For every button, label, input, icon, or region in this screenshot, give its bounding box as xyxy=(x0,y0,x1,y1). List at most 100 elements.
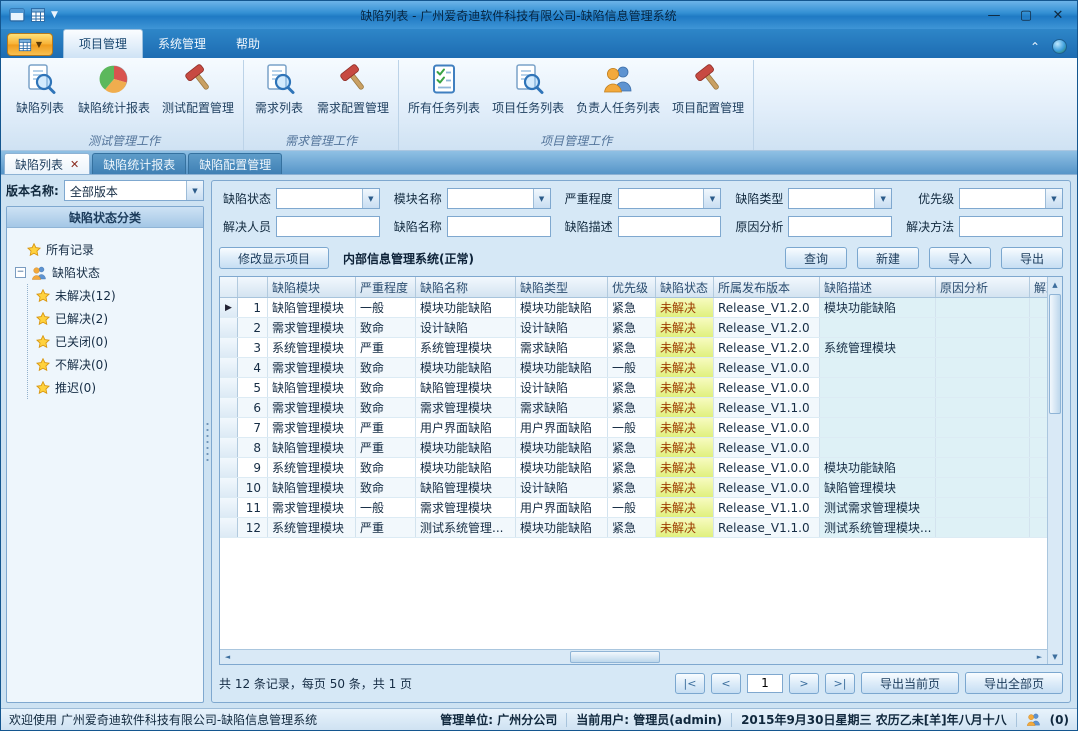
grid-cell[interactable]: Release_V1.2.0 xyxy=(714,298,820,317)
grid-cell[interactable] xyxy=(1030,418,1047,437)
grid-cell[interactable]: 紧急 xyxy=(608,398,656,417)
filter-defect-status-combo[interactable]: ▼ xyxy=(276,188,380,209)
grid-cell[interactable] xyxy=(820,378,936,397)
export-button[interactable]: 导出 xyxy=(1001,247,1063,269)
owner-tasks-button[interactable]: 负责人任务列表 xyxy=(570,60,666,120)
grid-cell[interactable]: 缺陷管理模块 xyxy=(416,378,516,397)
column-header[interactable]: 缺陷模块 xyxy=(268,277,356,297)
requirement-list-button[interactable]: 需求列表 xyxy=(247,60,311,120)
filter-defect-type-combo[interactable]: ▼ xyxy=(788,188,892,209)
grid-cell[interactable]: 紧急 xyxy=(608,338,656,357)
scroll-down-icon[interactable]: ▼ xyxy=(1048,649,1063,664)
grid-cell[interactable] xyxy=(820,358,936,377)
grid-cell[interactable]: 系统管理模块 xyxy=(268,518,356,537)
modify-display-button[interactable]: 修改显示项目 xyxy=(219,247,329,269)
table-row[interactable]: 10缺陷管理模块致命缺陷管理模块设计缺陷紧急未解决Release_V1.0.0缺… xyxy=(220,478,1047,498)
grid-cell[interactable]: 模块功能缺陷 xyxy=(516,358,608,377)
table-row[interactable]: 2需求管理模块致命设计缺陷设计缺陷紧急未解决Release_V1.2.0 xyxy=(220,318,1047,338)
grid-cell[interactable]: 模块功能缺陷 xyxy=(820,458,936,477)
grid-cell[interactable]: 致命 xyxy=(356,318,416,337)
grid-cell[interactable]: 需求管理模块 xyxy=(268,398,356,417)
grid-cell[interactable]: 一般 xyxy=(608,358,656,377)
grid-cell[interactable]: 系统管理模块 xyxy=(820,338,936,357)
scroll-left-icon[interactable]: ◄ xyxy=(220,650,235,665)
grid-cell[interactable]: 严重 xyxy=(356,438,416,457)
grid-cell[interactable]: 模块功能缺陷 xyxy=(516,518,608,537)
grid-cell[interactable]: 模块功能缺陷 xyxy=(516,458,608,477)
filter-module-name-combo[interactable]: ▼ xyxy=(447,188,551,209)
grid-cell[interactable] xyxy=(936,518,1030,537)
table-row[interactable]: 6需求管理模块致命需求管理模块需求缺陷紧急未解决Release_V1.1.0 xyxy=(220,398,1047,418)
grid-cell[interactable]: 缺陷管理模块 xyxy=(416,478,516,497)
grid-cell[interactable] xyxy=(936,298,1030,317)
grid-cell[interactable] xyxy=(1030,378,1047,397)
grid-cell[interactable]: 模块功能缺陷 xyxy=(416,298,516,317)
grid-cell[interactable] xyxy=(820,438,936,457)
grid-cell[interactable]: 未解决 xyxy=(656,318,714,337)
export-all-pages-button[interactable]: 导出全部页 xyxy=(965,672,1063,694)
grid-cell[interactable] xyxy=(820,418,936,437)
tree-item-unresolved[interactable]: 未解决(12) xyxy=(36,284,197,307)
column-header[interactable]: 缺陷类型 xyxy=(516,277,608,297)
project-config-button[interactable]: 项目配置管理 xyxy=(666,60,750,120)
table-row[interactable]: 8缺陷管理模块严重模块功能缺陷模块功能缺陷紧急未解决Release_V1.0.0 xyxy=(220,438,1047,458)
vertical-scrollbar[interactable]: ▲ ▼ xyxy=(1047,277,1062,664)
tree-item-wont-fix[interactable]: 不解决(0) xyxy=(36,353,197,376)
doc-tab-defect-report[interactable]: 缺陷统计报表 xyxy=(92,153,186,174)
grid-cell[interactable]: 缺陷管理模块 xyxy=(268,298,356,317)
grid-cell[interactable] xyxy=(1030,478,1047,497)
grid-cell[interactable]: 设计缺陷 xyxy=(516,318,608,337)
grid-cell[interactable]: 致命 xyxy=(356,478,416,497)
grid-cell[interactable]: 测试系统管理... xyxy=(416,518,516,537)
version-combobox[interactable]: 全部版本 ▼ xyxy=(64,180,204,201)
next-page-button[interactable]: > xyxy=(789,673,819,694)
grid-cell[interactable]: 模块功能缺陷 xyxy=(416,458,516,477)
grid-cell[interactable]: 未解决 xyxy=(656,418,714,437)
column-header[interactable]: 缺陷名称 xyxy=(416,277,516,297)
first-page-button[interactable]: |< xyxy=(675,673,705,694)
project-tasks-button[interactable]: 项目任务列表 xyxy=(486,60,570,120)
grid-cell[interactable]: 未解决 xyxy=(656,498,714,517)
defect-report-button[interactable]: 缺陷统计报表 xyxy=(72,60,156,120)
column-header[interactable]: 所属发布版本 xyxy=(714,277,820,297)
grid-cell[interactable] xyxy=(1030,498,1047,517)
grid-cell[interactable] xyxy=(936,398,1030,417)
grid-cell[interactable]: 需求缺陷 xyxy=(516,338,608,357)
tree-item-resolved[interactable]: 已解决(2) xyxy=(36,307,197,330)
grid-cell[interactable] xyxy=(1030,518,1047,537)
table-row[interactable]: 11需求管理模块一般需求管理模块用户界面缺陷一般未解决Release_V1.1.… xyxy=(220,498,1047,518)
export-current-page-button[interactable]: 导出当前页 xyxy=(861,672,959,694)
grid-cell[interactable]: 未解决 xyxy=(656,478,714,497)
filter-priority-combo[interactable]: ▼ xyxy=(959,188,1063,209)
grid-cell[interactable]: 紧急 xyxy=(608,458,656,477)
grid-cell[interactable] xyxy=(820,398,936,417)
grid-cell[interactable]: 需求管理模块 xyxy=(416,398,516,417)
last-page-button[interactable]: >| xyxy=(825,673,855,694)
application-menu-button[interactable]: ▼ xyxy=(7,33,53,56)
grid-cell[interactable]: 未解决 xyxy=(656,398,714,417)
grid-cell[interactable]: 严重 xyxy=(356,518,416,537)
grid-cell[interactable] xyxy=(936,378,1030,397)
grid-cell[interactable]: 未解决 xyxy=(656,378,714,397)
grid-cell[interactable]: 紧急 xyxy=(608,318,656,337)
search-button[interactable]: 查询 xyxy=(785,247,847,269)
grid-cell[interactable]: 模块功能缺陷 xyxy=(416,438,516,457)
grid-cell[interactable]: 设计缺陷 xyxy=(516,478,608,497)
defect-list-button[interactable]: 缺陷列表 xyxy=(8,60,72,120)
grid-cell[interactable]: 未解决 xyxy=(656,298,714,317)
grid-cell[interactable]: 缺陷管理模块 xyxy=(268,378,356,397)
grid-cell[interactable]: 未解决 xyxy=(656,338,714,357)
grid-cell[interactable] xyxy=(1030,338,1047,357)
grid-cell[interactable] xyxy=(936,318,1030,337)
grid-cell[interactable] xyxy=(1030,358,1047,377)
grid-cell[interactable]: Release_V1.2.0 xyxy=(714,338,820,357)
column-header[interactable]: 缺陷状态 xyxy=(656,277,714,297)
app-window-icon[interactable] xyxy=(9,7,25,23)
tree-item-closed[interactable]: 已关闭(0) xyxy=(36,330,197,353)
column-header[interactable]: 原因分析 xyxy=(936,277,1030,297)
close-button[interactable]: ✕ xyxy=(1043,5,1073,26)
scroll-up-icon[interactable]: ▲ xyxy=(1048,277,1063,292)
grid-cell[interactable]: 系统管理模块 xyxy=(416,338,516,357)
grid-cell[interactable]: 未解决 xyxy=(656,518,714,537)
import-button[interactable]: 导入 xyxy=(929,247,991,269)
